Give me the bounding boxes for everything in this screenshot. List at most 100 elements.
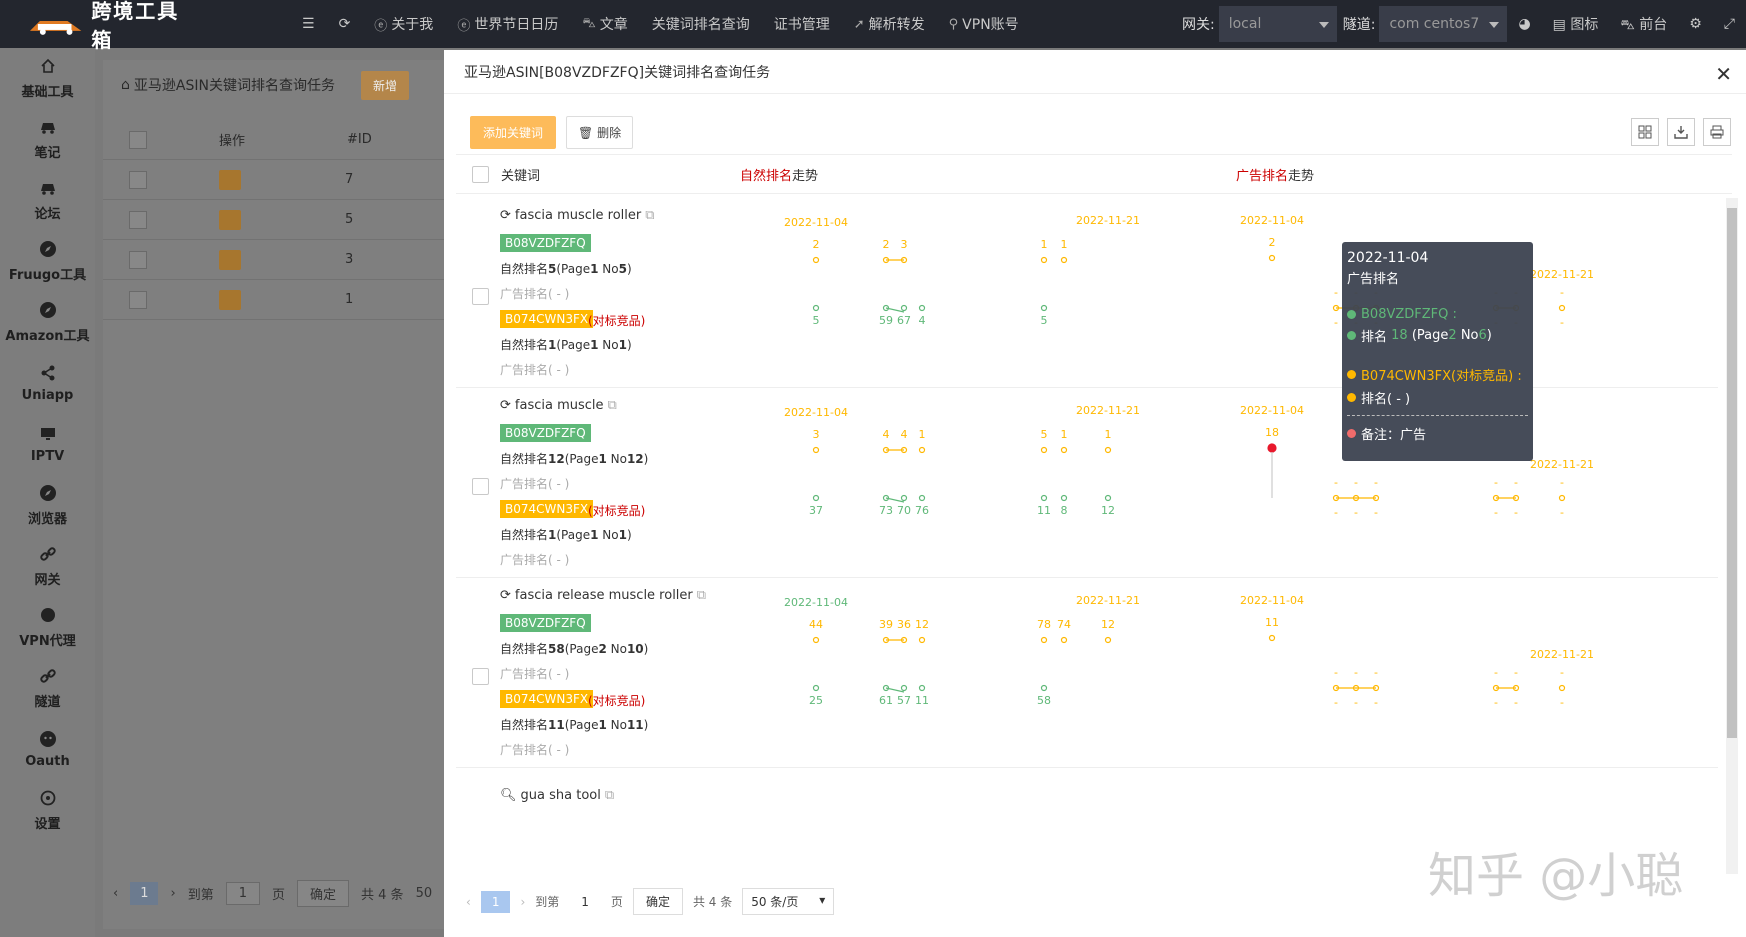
nav-keyword-rank[interactable]: 关键词排名查询 bbox=[640, 0, 762, 48]
sidebar-item-tunnel[interactable]: 隧道 bbox=[0, 658, 95, 719]
prev-page-icon[interactable]: ‹ bbox=[466, 895, 471, 909]
data-label: 5 bbox=[813, 314, 820, 327]
natural-rank-line: 自然排名5(Page1 No5) bbox=[500, 262, 632, 276]
refresh-icon[interactable]: ⟳ bbox=[500, 208, 511, 223]
sidebar-item-fruugo[interactable]: Fruugo工具 bbox=[0, 231, 95, 292]
page-size-select[interactable]: 50 条/页 ▾ bbox=[742, 888, 835, 915]
copy-icon[interactable]: ⧉ bbox=[605, 788, 614, 803]
nav-cert-manage[interactable]: 证书管理 bbox=[762, 0, 842, 48]
confirm-button[interactable]: 确定 bbox=[297, 880, 350, 907]
prev-page-icon[interactable]: ‹ bbox=[113, 886, 118, 901]
row-checkbox[interactable] bbox=[472, 478, 489, 495]
delete-icon[interactable] bbox=[219, 209, 241, 230]
competitor-asin-tag[interactable]: B074CWN3FX bbox=[500, 500, 594, 518]
trend-chart[interactable]: 2022-11-04 2022-11-21 2022-11-04 2022-11-21… bbox=[746, 198, 1696, 408]
row-checkbox[interactable] bbox=[129, 210, 147, 229]
row-checkbox[interactable] bbox=[129, 290, 147, 309]
export-icon[interactable] bbox=[1667, 118, 1695, 146]
confirm-button[interactable]: 确定 bbox=[632, 888, 683, 915]
row-checkbox[interactable] bbox=[129, 170, 147, 189]
add-keyword-button[interactable]: 添加关键词 bbox=[470, 116, 557, 149]
row-checkbox[interactable] bbox=[472, 288, 489, 305]
trend-chart[interactable]: 2022-11-04 2022-11-21 2022-11-04 2022-11-21… bbox=[746, 578, 1696, 788]
data-label: 44 bbox=[809, 618, 823, 631]
nav-about[interactable]: ⓔ 关于我 bbox=[362, 0, 445, 48]
print-icon[interactable] bbox=[1703, 118, 1731, 146]
nav-articles[interactable]: ⛍ 文章 bbox=[570, 0, 639, 48]
ad-rank-line: 广告排名( - ) bbox=[500, 363, 570, 377]
copy-icon[interactable]: ⧉ bbox=[645, 208, 654, 223]
globe-icon[interactable]: ◕ bbox=[1507, 16, 1541, 32]
col-id-header: #ID bbox=[347, 132, 372, 147]
yellow-dot-icon bbox=[1347, 393, 1356, 402]
delete-icon[interactable] bbox=[219, 169, 241, 190]
tooltip-date: 2022-11-04 bbox=[1347, 250, 1429, 266]
copy-icon[interactable]: ⧉ bbox=[697, 588, 706, 603]
nav-frontend[interactable]: ⛍ 前台 bbox=[1609, 14, 1678, 35]
gateway-select[interactable]: local bbox=[1218, 6, 1337, 42]
delete-button[interactable]: 🗑 删除 bbox=[566, 116, 634, 149]
data-point bbox=[1268, 254, 1276, 262]
refresh-icon[interactable]: ⟳ bbox=[500, 588, 511, 603]
sidebar-item-iptv[interactable]: IPTV bbox=[0, 414, 95, 475]
row-checkbox[interactable] bbox=[472, 668, 489, 685]
asin-tag[interactable]: B08VZDFZFQ bbox=[500, 614, 591, 632]
data-label: 74 bbox=[1057, 618, 1071, 631]
sidebar-item-settings[interactable]: 设置 bbox=[0, 780, 95, 841]
fullscreen-icon[interactable]: ⤢ bbox=[1713, 16, 1746, 32]
page-input[interactable]: 1 bbox=[225, 882, 260, 905]
sidebar-item-forum[interactable]: 论坛 bbox=[0, 170, 95, 231]
table-row: 1 bbox=[103, 280, 463, 320]
data-label: 8 bbox=[1061, 504, 1068, 517]
tooltip-asin1-rank: 排名 18 (Page 2 No 6) bbox=[1347, 326, 1528, 345]
page-input[interactable]: 1 bbox=[569, 891, 601, 913]
tunnel-select[interactable]: com centos7 bbox=[1379, 6, 1508, 42]
competitor-asin-tag[interactable]: B074CWN3FX bbox=[500, 690, 594, 708]
competitor-asin-tag[interactable]: B074CWN3FX bbox=[500, 310, 594, 328]
scrollbar[interactable] bbox=[1726, 198, 1738, 874]
settings-icon[interactable]: ⚙ bbox=[1678, 16, 1713, 32]
close-icon[interactable]: ✕ bbox=[1715, 62, 1732, 86]
delete-icon[interactable] bbox=[219, 289, 241, 310]
asin-tag[interactable]: B08VZDFZFQ bbox=[500, 424, 591, 442]
page-size[interactable]: 50 bbox=[416, 886, 433, 901]
sidebar-item-uniapp[interactable]: Uniapp bbox=[0, 353, 95, 414]
menu-toggle-icon[interactable]: ☰ bbox=[290, 0, 327, 48]
current-page[interactable]: 1 bbox=[480, 890, 511, 913]
table-header: 操作 #ID bbox=[103, 120, 463, 160]
nav-icons[interactable]: ▤ 图标 bbox=[1542, 14, 1610, 34]
sidebar-item-browser[interactable]: 浏览器 bbox=[0, 475, 95, 536]
placeholder-dash: - bbox=[1374, 696, 1378, 709]
next-page-icon[interactable]: › bbox=[520, 895, 525, 909]
sidebar-item-gateway[interactable]: 网关 bbox=[0, 536, 95, 597]
sidebar-item-amazon[interactable]: Amazon工具 bbox=[0, 292, 95, 353]
sidebar-item-vpn-proxy[interactable]: VPN代理 bbox=[0, 597, 95, 658]
trend-chart[interactable]: 2022-11-04 2022-11-21 2022-11-04 2022-11-21… bbox=[746, 388, 1696, 598]
nav-holiday-calendar[interactable]: ⓔ 世界节日日历 bbox=[445, 0, 570, 48]
row-id: 3 bbox=[345, 252, 354, 267]
scrollbar-thumb[interactable] bbox=[1727, 208, 1737, 738]
row-checkbox[interactable] bbox=[129, 250, 147, 269]
sidebar-item-oauth[interactable]: Oauth bbox=[0, 719, 95, 780]
sidebar-item-basic-tools[interactable]: 基础工具 bbox=[0, 48, 95, 109]
app-logo[interactable]: 跨境工具箱 bbox=[0, 0, 200, 52]
table-tools bbox=[1631, 118, 1731, 146]
columns-icon[interactable] bbox=[1631, 118, 1659, 146]
copy-icon[interactable]: ⧉ bbox=[608, 398, 617, 413]
new-button[interactable]: 新增 bbox=[360, 70, 409, 100]
search-icon[interactable]: 🔍︎ bbox=[500, 788, 517, 803]
placeholder-dash: - bbox=[1354, 696, 1358, 709]
nav-vpn-account[interactable]: ⚲ VPN账号 bbox=[937, 0, 1031, 48]
sidebar-item-notes[interactable]: 笔记 bbox=[0, 109, 95, 170]
delete-icon[interactable] bbox=[219, 249, 241, 270]
select-all-checkbox[interactable] bbox=[129, 130, 147, 149]
date-label: 2022-11-21 bbox=[1530, 268, 1594, 281]
next-page-icon[interactable]: › bbox=[170, 886, 175, 901]
refresh-icon[interactable]: ⟳ bbox=[327, 0, 363, 48]
refresh-icon[interactable]: ⟳ bbox=[500, 398, 511, 413]
asin-tag[interactable]: B08VZDFZFQ bbox=[500, 234, 591, 252]
select-all-checkbox[interactable] bbox=[472, 165, 489, 183]
current-page[interactable]: 1 bbox=[130, 882, 159, 905]
nav-dns-forward[interactable]: ➚ 解析转发 bbox=[842, 0, 937, 48]
modal-title: 亚马逊ASIN[B08VZDFZFQ]关键词排名查询任务 bbox=[444, 50, 1746, 94]
